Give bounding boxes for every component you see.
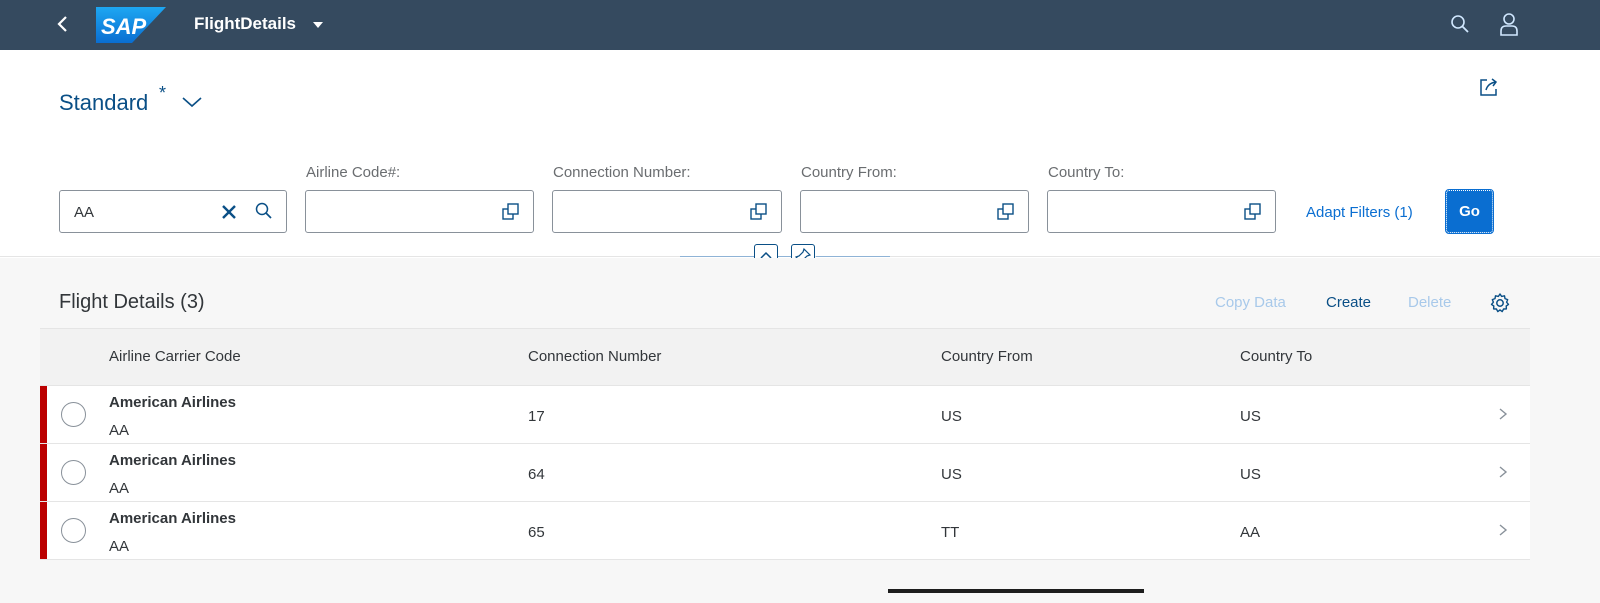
search-icon[interactable]	[254, 201, 274, 221]
share-icon[interactable]	[1477, 76, 1501, 98]
airline-code-label: Airline Code#:	[306, 164, 401, 181]
gear-icon[interactable]	[1489, 292, 1511, 314]
connection-number-field[interactable]	[552, 190, 782, 233]
delete-button[interactable]: Delete	[1408, 294, 1451, 311]
chevron-right-icon[interactable]	[1497, 522, 1509, 538]
airline-name: American Airlines	[109, 452, 236, 469]
chevron-down-icon[interactable]	[180, 94, 204, 110]
value-help-icon[interactable]	[1243, 202, 1263, 222]
value-help-icon[interactable]	[501, 202, 521, 222]
country-from-cell: US	[941, 408, 962, 425]
create-button[interactable]: Create	[1326, 294, 1371, 311]
variant-modified-marker: *	[159, 83, 167, 103]
airline-code: AA	[109, 480, 130, 497]
bottom-overlay-bar	[888, 589, 1144, 593]
country-to-cell: US	[1240, 466, 1261, 483]
table-row[interactable]: American Airlines AA 17 US US	[40, 386, 1530, 444]
row-highlight-marker	[40, 444, 47, 501]
table-header-row: Airline Carrier Code Connection Number C…	[40, 328, 1530, 386]
column-header-airline[interactable]: Airline Carrier Code	[109, 348, 241, 365]
column-header-connection[interactable]: Connection Number	[528, 348, 661, 365]
row-select-radio[interactable]	[61, 460, 86, 485]
caret-down-icon[interactable]	[312, 20, 324, 30]
back-icon[interactable]	[48, 9, 78, 39]
column-header-country-from[interactable]: Country From	[941, 348, 1033, 365]
user-icon[interactable]	[1497, 11, 1521, 37]
airline-code: AA	[109, 538, 130, 555]
country-to-cell: AA	[1240, 524, 1261, 541]
search-field[interactable]: AA	[59, 190, 287, 233]
chevron-right-icon[interactable]	[1497, 464, 1509, 480]
country-from-label: Country From:	[801, 164, 897, 181]
divider-line-left	[680, 256, 754, 257]
value-help-icon[interactable]	[996, 202, 1016, 222]
connection-cell: 65	[528, 524, 545, 541]
airline-code: AA	[109, 422, 130, 439]
adapt-filters-link[interactable]: Adapt Filters (1)	[1306, 204, 1413, 221]
shell-bar: SAP FlightDetails	[0, 0, 1600, 50]
sap-logo-text: SAP	[101, 14, 147, 39]
search-value: AA	[74, 204, 95, 221]
country-from-field[interactable]	[800, 190, 1029, 233]
table-row[interactable]: American Airlines AA 64 US US	[40, 444, 1530, 502]
table-title: Flight Details (3)	[59, 291, 205, 313]
flight-details-table: Airline Carrier Code Connection Number C…	[40, 328, 1530, 560]
row-select-radio[interactable]	[61, 402, 86, 427]
row-highlight-marker	[40, 386, 47, 443]
go-button[interactable]: Go	[1445, 189, 1494, 234]
clear-icon[interactable]	[220, 203, 238, 221]
country-to-field[interactable]	[1047, 190, 1276, 233]
filter-header: Standard * AA Airline Code#: Connection …	[0, 50, 1600, 268]
table-section: Flight Details (3) Copy Data Create Dele…	[0, 258, 1600, 603]
row-select-radio[interactable]	[61, 518, 86, 543]
row-highlight-marker	[40, 502, 47, 559]
country-from-cell: TT	[941, 524, 960, 541]
variant-name[interactable]: Standard	[59, 90, 148, 116]
country-to-label: Country To:	[1048, 164, 1125, 181]
airline-code-field[interactable]	[305, 190, 534, 233]
table-row[interactable]: American Airlines AA 65 TT AA	[40, 502, 1530, 560]
sap-logo[interactable]: SAP	[96, 7, 166, 43]
app-title[interactable]: FlightDetails	[194, 14, 296, 34]
airline-name: American Airlines	[109, 510, 236, 527]
divider-line-right	[816, 256, 890, 257]
connection-cell: 17	[528, 408, 545, 425]
airline-name: American Airlines	[109, 394, 236, 411]
chevron-right-icon[interactable]	[1497, 406, 1509, 422]
value-help-icon[interactable]	[749, 202, 769, 222]
divider-line-mid	[778, 256, 792, 257]
country-to-cell: US	[1240, 408, 1261, 425]
connection-cell: 64	[528, 466, 545, 483]
search-icon[interactable]	[1448, 12, 1472, 36]
country-from-cell: US	[941, 466, 962, 483]
connection-number-label: Connection Number:	[553, 164, 691, 181]
column-header-country-to[interactable]: Country To	[1240, 348, 1312, 365]
copy-data-button[interactable]: Copy Data	[1215, 294, 1286, 311]
